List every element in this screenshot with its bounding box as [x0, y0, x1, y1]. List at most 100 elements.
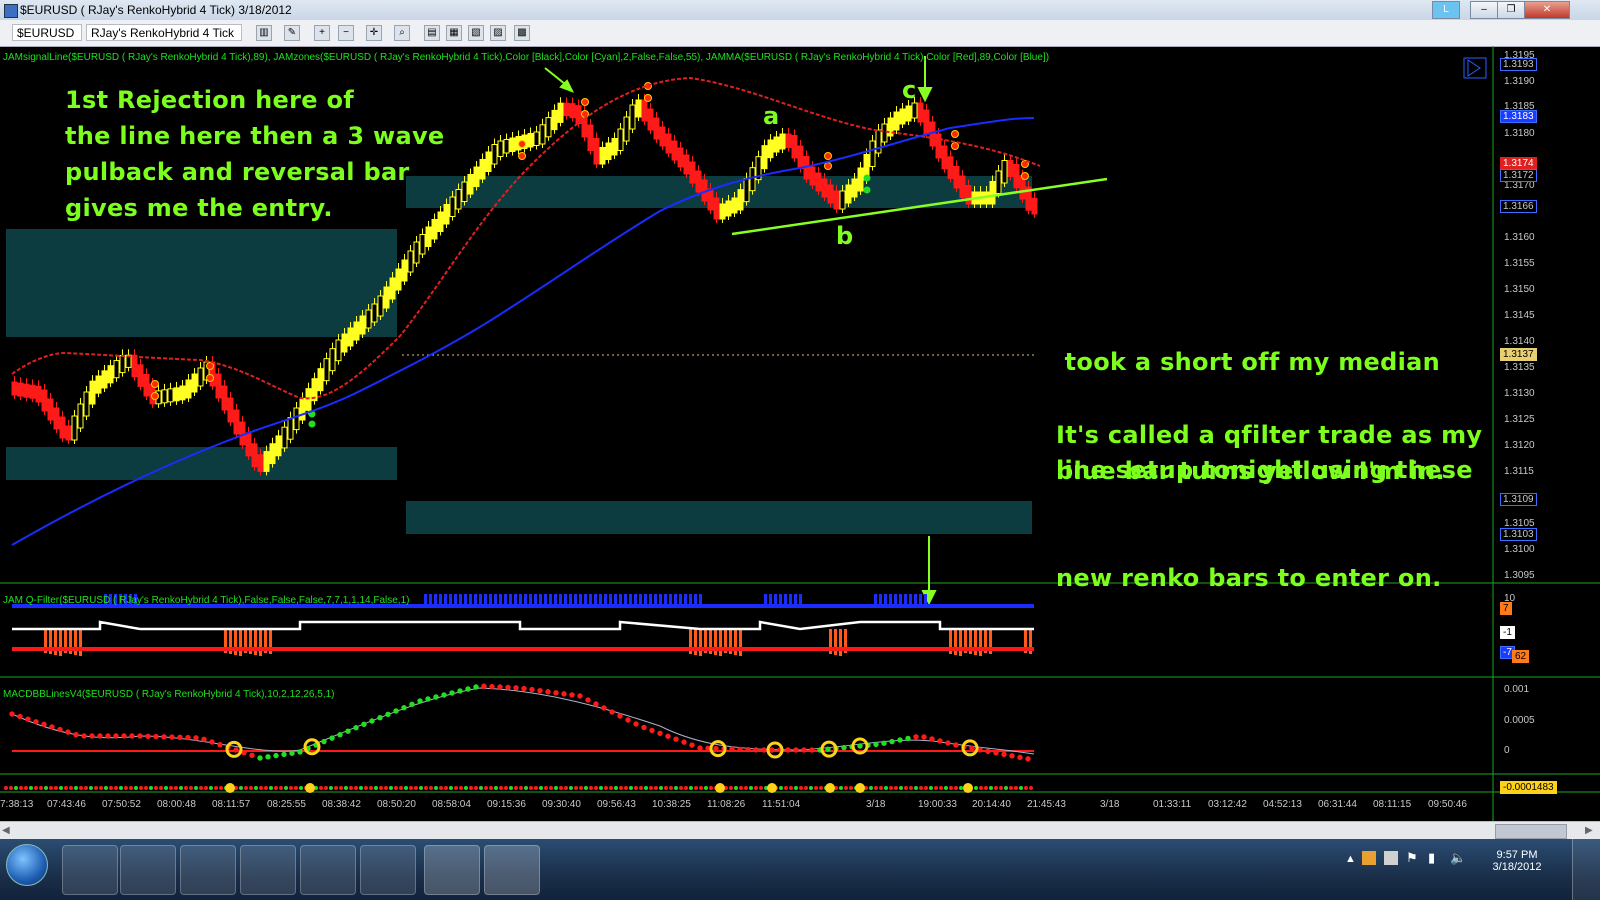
resistance-zone-left [6, 229, 397, 337]
bottom-signal-dot [694, 786, 698, 790]
taskbar-ie-icon[interactable] [240, 845, 296, 895]
scroll-thumb[interactable] [1495, 824, 1567, 839]
down-bar [251, 443, 258, 468]
start-button[interactable] [6, 844, 48, 886]
horizontal-scrollbar[interactable]: ◀ ▶ [0, 821, 1600, 840]
minimize-icon[interactable]: – [1470, 1, 1498, 19]
data-box-icon[interactable]: ▨ [490, 25, 506, 41]
bar-type-select[interactable]: RJay's RenkoHybrid 4 Tick ▾ [86, 24, 242, 57]
tray-network-icon[interactable]: ▮ [1428, 850, 1435, 866]
bottom-signal-dot [269, 786, 273, 790]
zoom-out-icon[interactable]: − [338, 25, 354, 41]
up-bar [611, 138, 618, 156]
close-icon[interactable]: ✕ [1524, 1, 1570, 19]
bottom-signal-dot [1004, 786, 1008, 790]
price-label: 1.3140 [1504, 336, 1535, 347]
up-bar [77, 403, 84, 429]
bar-style-icon[interactable]: ▥ [256, 25, 272, 41]
macd-dot [553, 690, 559, 696]
symbol-select[interactable]: $EURUSD ▾ [12, 24, 82, 57]
macd-dot [625, 717, 631, 723]
bottom-signal-dot [319, 786, 323, 790]
down-bar [563, 102, 570, 117]
show-desktop-button[interactable] [1572, 839, 1600, 900]
bottom-signal-dot [664, 786, 668, 790]
price-label: 1.3150 [1504, 284, 1535, 295]
down-bar [35, 385, 42, 403]
bottom-signal-dot [654, 786, 658, 790]
price-tag-ma: 1.3183 [1500, 110, 1537, 123]
bottom-signal-dot [629, 786, 633, 790]
time-label: 20:14:40 [972, 799, 1011, 810]
scroll-right-icon[interactable]: ▶ [1585, 825, 1593, 836]
down-bar [683, 154, 690, 175]
bottom-signal-marker [855, 783, 865, 793]
down-bar [41, 389, 48, 412]
bottom-signal-dot [219, 786, 223, 790]
zoom-in-icon[interactable]: + [314, 25, 330, 41]
taskbar-hand-icon[interactable] [180, 845, 236, 895]
taskbar-fx-icon[interactable] [484, 845, 540, 895]
scroll-left-icon[interactable]: ◀ [2, 825, 10, 836]
macd-dot [337, 731, 343, 738]
template-icon[interactable]: ▩ [514, 25, 530, 41]
taskbar-skype-icon[interactable] [300, 845, 356, 895]
bottom-signal-dot [244, 786, 248, 790]
bottom-signal-dot [329, 786, 333, 790]
indicators-icon[interactable]: ▤ [424, 25, 440, 41]
macd-dot [993, 750, 999, 756]
tray-clock[interactable]: 9:57 PM 3/18/2012 [1482, 849, 1552, 873]
bottom-signal-dot [979, 786, 983, 790]
bottom-signal-dot [479, 786, 483, 790]
bottom-signal-dot [424, 786, 428, 790]
down-bar [689, 161, 696, 184]
bottom-signal-dot [334, 786, 338, 790]
bottom-signal-dot [209, 786, 213, 790]
tag-l-button[interactable]: L [1432, 1, 1460, 19]
up-bar [539, 124, 546, 145]
bottom-signal-dot [259, 786, 263, 790]
strategies-icon[interactable]: ▦ [446, 25, 462, 41]
qfilter-red-bar [974, 629, 977, 655]
qfilter-tag: 62 [1512, 650, 1530, 663]
taskbar-tradestation-icon[interactable] [360, 845, 416, 895]
bottom-signal-dot [899, 786, 903, 790]
down-bar [137, 364, 144, 387]
tray-app-icon[interactable] [1362, 851, 1376, 865]
bottom-signal-dot [164, 786, 168, 790]
crosshair-icon[interactable]: ✛ [366, 25, 382, 41]
up-bar [527, 133, 534, 148]
up-bar [989, 181, 996, 205]
down-bar [677, 147, 684, 168]
up-bar [359, 315, 366, 335]
down-bar [53, 407, 60, 430]
chart-properties-icon[interactable]: ▧ [468, 25, 484, 41]
taskbar-chart-icon[interactable] [424, 845, 480, 895]
bottom-signal-dot [434, 786, 438, 790]
bottom-signal-dot [489, 786, 493, 790]
pencil-icon[interactable]: ✎ [284, 25, 300, 41]
tray-volume-icon[interactable]: 🔈 [1450, 850, 1466, 866]
time-label: 06:31:44 [1318, 799, 1357, 810]
taskbar-explorer-icon[interactable] [62, 845, 118, 895]
play-icon[interactable] [1463, 57, 1487, 79]
tray-flag-icon[interactable]: ⚑ [1406, 850, 1418, 866]
up-bar [731, 197, 738, 214]
tray-icon[interactable] [1384, 851, 1398, 865]
bottom-signal-dot [649, 786, 653, 790]
magnify-icon[interactable]: ⌕ [394, 25, 410, 41]
time-label: 10:38:25 [652, 799, 691, 810]
up-bar [857, 167, 864, 192]
macd-dot [665, 733, 671, 739]
price-label: 1.3160 [1504, 232, 1535, 243]
bottom-signal-dot [939, 786, 943, 790]
taskbar-media-icon[interactable] [120, 845, 176, 895]
maximize-icon[interactable]: ❐ [1497, 1, 1525, 19]
chart-area[interactable]: JAMsignalLine($EURUSD ( RJay's RenkoHybr… [0, 46, 1600, 821]
tray-show-hidden-icon[interactable]: ▲ [1345, 853, 1356, 865]
bottom-signal-dot [99, 786, 103, 790]
qfilter-red-bar [74, 629, 77, 655]
bottom-signal-dot [794, 786, 798, 790]
up-bar [89, 380, 96, 405]
down-bar [785, 133, 792, 148]
